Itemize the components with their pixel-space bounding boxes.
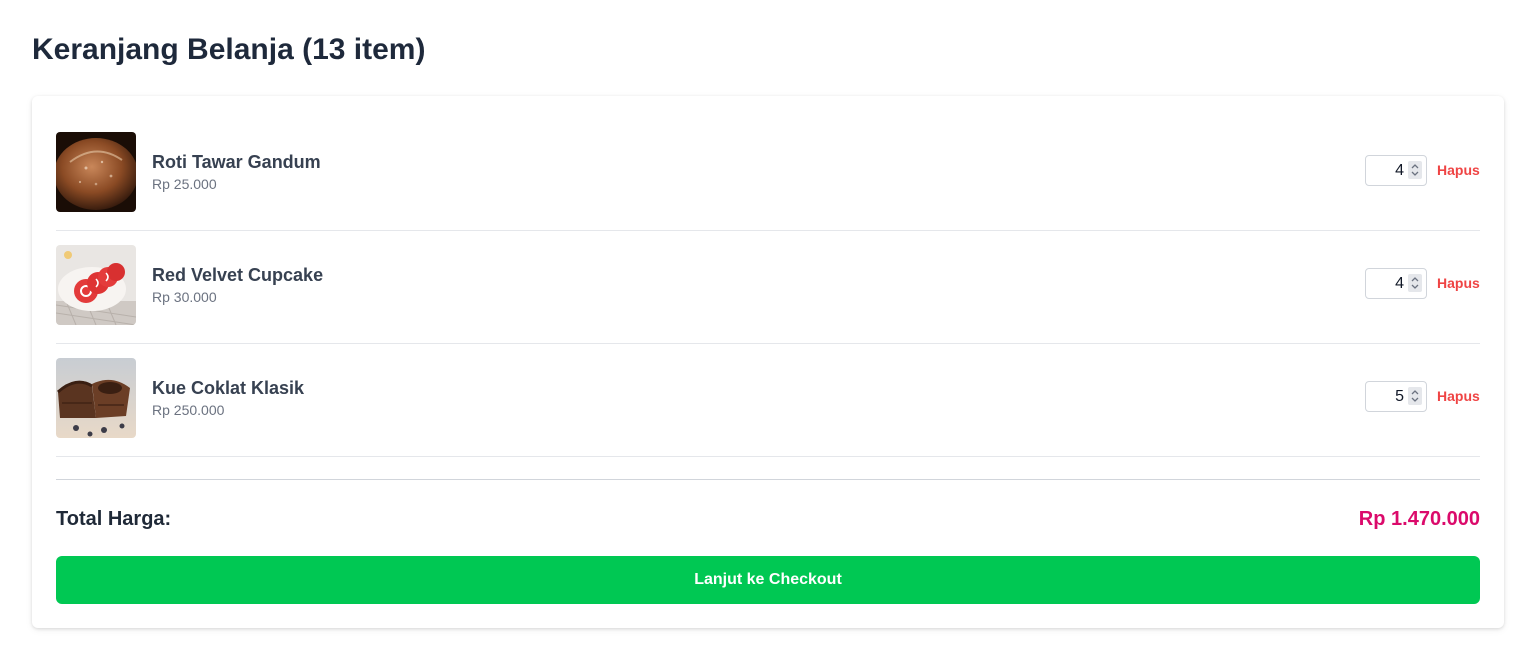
cart-item: Red Velvet Cupcake Rp 30.000 4 Hapus — [56, 232, 1480, 344]
chocolate-cake-image — [56, 358, 136, 438]
page-title: Keranjang Belanja (13 item) — [32, 33, 426, 66]
item-info: Kue Coklat Klasik Rp 250.000 — [152, 378, 304, 418]
total-label: Total Harga: — [56, 508, 172, 530]
item-name: Red Velvet Cupcake — [152, 265, 324, 285]
spinner-arrows-icon[interactable] — [1408, 387, 1422, 405]
remove-button[interactable]: Hapus — [1437, 274, 1480, 292]
quantity-stepper[interactable]: 4 — [1365, 268, 1427, 299]
spinner-arrows-icon[interactable] — [1408, 161, 1422, 179]
cart-item-list: Roti Tawar Gandum Rp 25.000 4 Hapus Red … — [56, 119, 1480, 458]
bread-image — [56, 132, 136, 212]
item-price: Rp 30.000 — [152, 289, 217, 305]
total-value: Rp 1.470.000 — [1358, 508, 1480, 530]
checkout-button[interactable]: Lanjut ke Checkout — [56, 556, 1480, 604]
remove-button[interactable]: Hapus — [1437, 161, 1480, 179]
cart-card: Roti Tawar Gandum Rp 25.000 4 Hapus Red … — [32, 96, 1504, 628]
item-info: Roti Tawar Gandum Rp 25.000 — [152, 152, 321, 192]
cart-item: Kue Coklat Klasik Rp 250.000 5 Hapus — [56, 345, 1480, 457]
quantity-value[interactable]: 5 — [1366, 382, 1404, 411]
red-velvet-roll-image — [56, 245, 136, 325]
cart-item: Roti Tawar Gandum Rp 25.000 4 Hapus — [56, 119, 1480, 231]
quantity-stepper[interactable]: 4 — [1365, 155, 1427, 186]
quantity-stepper[interactable]: 5 — [1365, 381, 1427, 412]
item-info: Red Velvet Cupcake Rp 30.000 — [152, 265, 323, 305]
item-price: Rp 250.000 — [152, 402, 225, 418]
item-price: Rp 25.000 — [152, 176, 217, 192]
item-name: Roti Tawar Gandum — [152, 152, 321, 172]
remove-button[interactable]: Hapus — [1437, 387, 1480, 405]
item-name: Kue Coklat Klasik — [152, 378, 305, 398]
summary-divider — [56, 479, 1480, 480]
quantity-value[interactable]: 4 — [1366, 156, 1404, 185]
spinner-arrows-icon[interactable] — [1408, 274, 1422, 292]
quantity-value[interactable]: 4 — [1366, 269, 1404, 298]
